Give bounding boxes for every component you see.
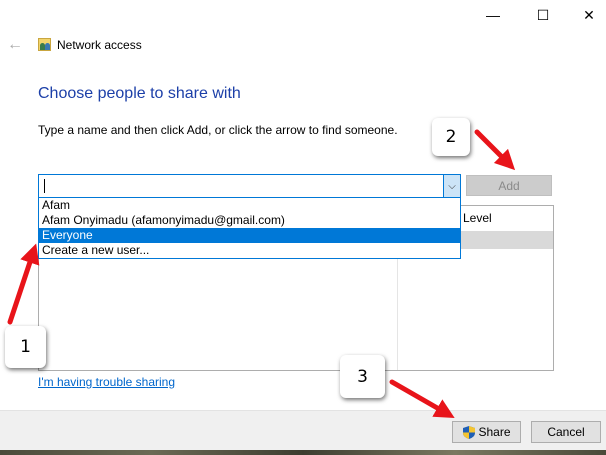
callout-2: 2	[432, 118, 470, 156]
arrow-to-add	[474, 129, 516, 171]
callout-1: 1	[5, 326, 46, 368]
arrow-to-everyone	[7, 243, 40, 325]
annotation-arrows	[7, 129, 516, 418]
callout-3: 3	[340, 355, 385, 398]
arrow-to-share	[389, 379, 455, 418]
